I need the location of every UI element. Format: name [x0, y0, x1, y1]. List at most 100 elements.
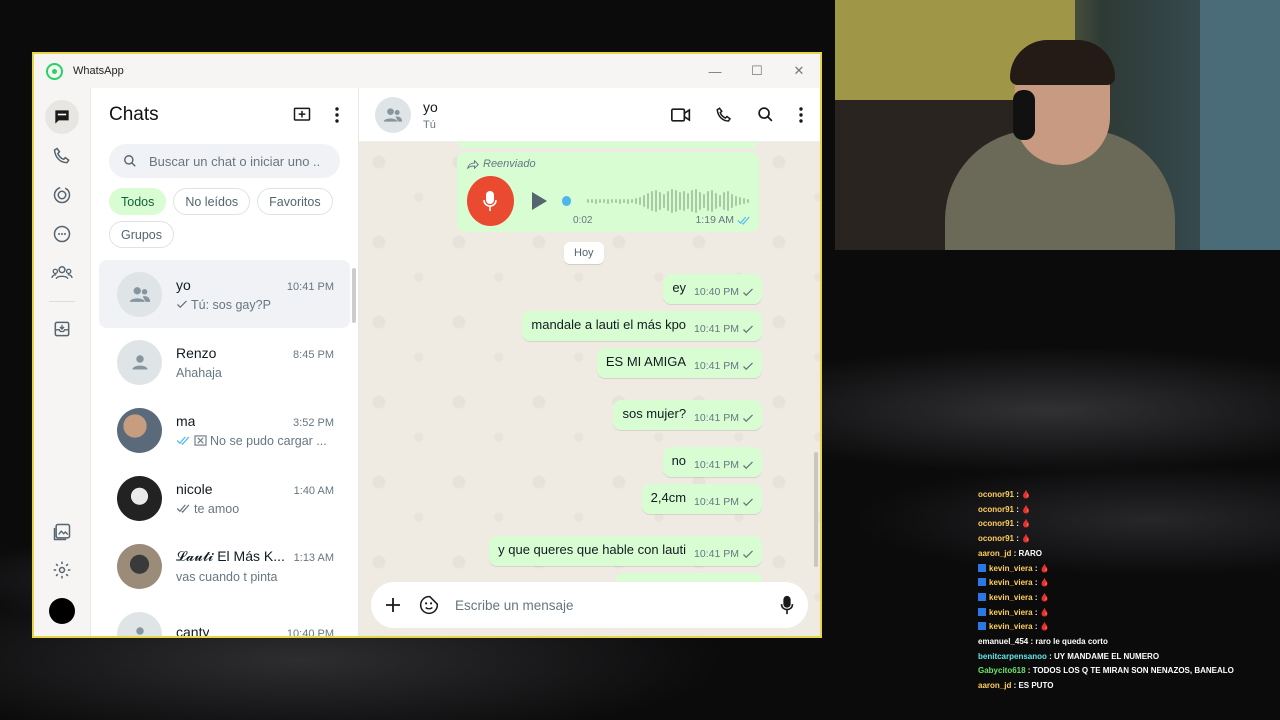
- message-time: 10:41 PM: [694, 412, 754, 424]
- chats-icon: [55, 110, 69, 124]
- chat-message: 🩸: [1039, 622, 1050, 632]
- chat-message: 🩸: [1039, 592, 1050, 602]
- chat-message: 🩸: [1021, 519, 1032, 529]
- conversation-header[interactable]: yo Tú: [359, 88, 820, 142]
- chats-nav-button[interactable]: [45, 100, 79, 134]
- plus-icon: [386, 598, 400, 612]
- subscriber-badge-icon: [978, 592, 986, 601]
- search-input[interactable]: [149, 153, 319, 169]
- window-title: WhatsApp: [73, 65, 124, 77]
- stream-chat-line: benitcarpensanoo : UY MANDAME EL NUMERO: [978, 651, 1160, 661]
- calls-nav-button[interactable]: [45, 139, 79, 173]
- outgoing-message[interactable]: mandale a lauti el más kpo 10:41 PM: [522, 311, 762, 341]
- filter-chip[interactable]: No leídos: [173, 188, 251, 215]
- voice-note-seek-handle[interactable]: [561, 196, 571, 206]
- message-time: 10:40 PM: [694, 286, 754, 298]
- subscriber-badge-icon: [978, 607, 986, 616]
- media-icon: [53, 523, 71, 541]
- list-menu-button[interactable]: [334, 106, 340, 124]
- double-check-icon: [176, 504, 190, 513]
- channels-nav-button[interactable]: [45, 217, 79, 251]
- close-button[interactable]: ✕: [778, 54, 820, 88]
- message-scrollbar[interactable]: [814, 452, 818, 567]
- minimize-button[interactable]: —: [694, 54, 736, 88]
- chat-username: Gabycito618: [978, 666, 1026, 676]
- chat-list-item[interactable]: Renzo 8:45 PM Ahahaja: [99, 328, 350, 396]
- chat-list-item[interactable]: nicole 1:40 AM te amoo: [99, 464, 350, 532]
- filter-chip[interactable]: Grupos: [109, 221, 174, 248]
- voice-call-button[interactable]: [715, 106, 733, 124]
- chat-list: yo 10:41 PM Tú: sos gay?P Renzo 8:45 PM Ahaha…: [91, 260, 358, 636]
- conversation-menu-button[interactable]: [798, 106, 804, 124]
- nav-rail: [34, 88, 91, 636]
- chat-message: 🩸: [1039, 578, 1050, 588]
- chat-avatar: [117, 271, 162, 317]
- date-separator: Hoy: [564, 242, 604, 264]
- chat-list-item[interactable]: ma 3:52 PM No se pudo cargar ...: [99, 396, 350, 464]
- voice-note-waveform[interactable]: [587, 189, 749, 213]
- archived-nav-button[interactable]: [45, 312, 79, 346]
- stream-chat-line: aaron_jd : ES PUTO: [978, 681, 1054, 691]
- media-nav-button[interactable]: [52, 522, 72, 542]
- subscriber-badge-icon: [978, 563, 986, 572]
- outgoing-message[interactable]: ey 10:40 PM: [663, 274, 762, 304]
- outgoing-message[interactable]: ES MI AMIGA 10:41 PM: [596, 348, 762, 378]
- outgoing-message[interactable]: sos mujer? 10:41 PM: [613, 400, 762, 430]
- chat-list-item[interactable]: yo 10:41 PM Tú: sos gay?P: [99, 260, 350, 328]
- play-voice-note-button[interactable]: [530, 191, 548, 211]
- message-time: 10:41 PM: [694, 548, 754, 560]
- status-icon: [53, 186, 71, 204]
- message-text: no: [671, 453, 687, 468]
- attach-button[interactable]: [385, 597, 401, 613]
- message-input[interactable]: [455, 597, 780, 613]
- chat-message: 🩸: [1039, 563, 1050, 573]
- channels-icon: [53, 225, 71, 243]
- chat-message: 🩸: [1021, 504, 1032, 514]
- communities-nav-button[interactable]: [45, 256, 79, 290]
- chat-preview: te amoo: [176, 502, 334, 516]
- kebab-menu-icon: [799, 106, 803, 123]
- filter-chip[interactable]: Todos: [109, 188, 167, 215]
- stream-chat-line: kevin_viera : 🩸: [978, 620, 1278, 635]
- sticker-button[interactable]: [419, 595, 439, 615]
- search-icon: [124, 155, 136, 167]
- chat-name: 𝓛𝓪𝓾𝓽𝓲 El Más K...: [176, 548, 285, 564]
- outgoing-message[interactable]: no 10:41 PM: [662, 447, 762, 477]
- voice-note-bubble[interactable]: Reenviado 0:02 1:19 AM: [457, 152, 759, 232]
- contact-avatar[interactable]: [375, 96, 411, 133]
- single-check-icon: [743, 287, 753, 296]
- settings-nav-button[interactable]: [52, 560, 72, 580]
- chat-list-panel: Chats TodosNo leídosFavoritos Grupos yo 10…: [91, 88, 359, 636]
- settings-icon: [53, 561, 71, 579]
- stream-chat-line: oconor91 : 🩸: [978, 490, 1032, 499]
- message-area[interactable]: Reenviado 0:02 1:19 AM Hoy ey 10:40 PM m…: [359, 142, 820, 636]
- single-check-icon: [743, 324, 753, 333]
- chat-list-item[interactable]: 𝓛𝓪𝓾𝓽𝓲 El Más K... 1:13 AM vas cuando t pin…: [99, 532, 350, 600]
- new-chat-button[interactable]: [292, 105, 312, 125]
- person-avatar-icon: [132, 355, 147, 370]
- voice-record-button[interactable]: [780, 595, 794, 615]
- chat-avatar: [117, 611, 162, 636]
- chat-list-scrollbar[interactable]: [352, 268, 356, 323]
- forward-icon: [467, 159, 479, 169]
- chat-list-item[interactable]: canty 10:40 PM: [99, 600, 350, 636]
- contact-subtitle: Tú: [423, 118, 436, 131]
- maximize-button[interactable]: ☐: [736, 54, 778, 88]
- profile-avatar[interactable]: [49, 598, 75, 624]
- title-bar: WhatsApp — ☐ ✕: [34, 54, 820, 88]
- filter-chip[interactable]: Favoritos: [257, 188, 333, 215]
- stream-chat-line: oconor91 : 🩸: [978, 519, 1032, 529]
- chat-username: aaron_jd: [978, 681, 1012, 691]
- phone-icon: [53, 147, 70, 164]
- forwarded-label: Reenviado: [467, 158, 749, 170]
- outgoing-message[interactable]: y que queres que hable con lauti 10:41 PM: [489, 536, 762, 566]
- subscriber-badge-icon: [978, 622, 986, 631]
- outgoing-message[interactable]: 2,4cm 10:41 PM: [641, 484, 762, 514]
- chat-message: 🩸: [1021, 534, 1032, 544]
- status-nav-button[interactable]: [45, 178, 79, 212]
- chat-preview: No se pudo cargar ...: [176, 434, 334, 448]
- message-text: ES MI AMIGA: [605, 354, 687, 369]
- search-messages-button[interactable]: [757, 106, 774, 123]
- stream-chat-line: kevin_viera : 🩸: [978, 591, 1278, 606]
- video-call-button[interactable]: [671, 107, 691, 123]
